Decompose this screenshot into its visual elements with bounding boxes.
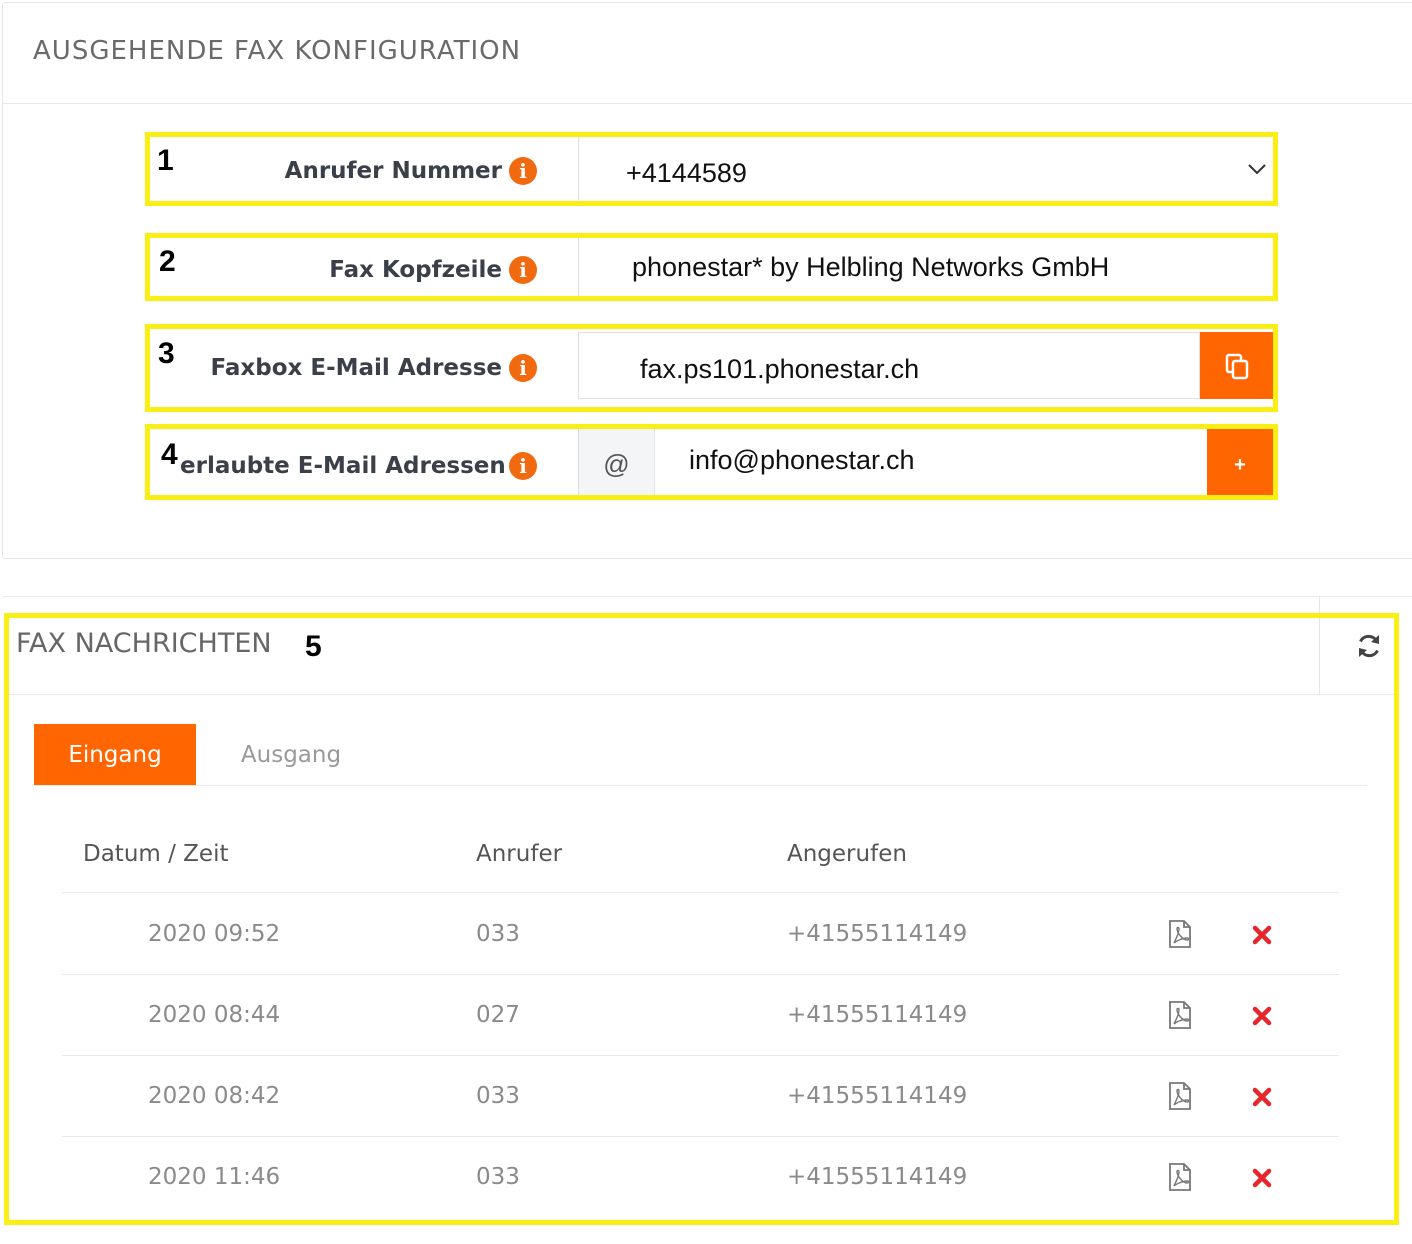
fax-messages-title: FAX NACHRICHTEN	[16, 628, 272, 659]
fax-header-label: Fax Kopfzeile	[329, 257, 502, 283]
list-header-divider	[9, 694, 1394, 695]
info-icon[interactable]: i	[509, 256, 537, 284]
callout-number-1: 1	[157, 144, 174, 177]
pdf-file-icon[interactable]	[1168, 920, 1192, 948]
allowed-email-input[interactable]: info@phonestar.ch	[655, 429, 1207, 495]
allowed-emails-label: erlaubte E-Mail Adressen	[180, 453, 506, 479]
tabs-underline	[34, 785, 1367, 786]
row-datetime: 2020 09:52	[148, 921, 281, 947]
fax-header-input[interactable]: phonestar* by Helbling Networks GmbH	[578, 238, 1273, 296]
row-datetime: 2020 11:46	[148, 1164, 281, 1190]
panel-divider	[2, 596, 1412, 597]
row-caller: 033	[476, 1164, 520, 1190]
callout-number-3: 3	[158, 337, 175, 370]
row-caller: 027	[476, 1002, 520, 1028]
info-icon[interactable]: i	[509, 157, 537, 185]
row-datetime: 2020 08:42	[148, 1083, 281, 1109]
pdf-file-icon[interactable]	[1168, 1082, 1192, 1110]
row-caller: 033	[476, 921, 520, 947]
column-header-called: Angerufen	[787, 841, 907, 867]
row-datetime: 2020 08:44	[148, 1002, 281, 1028]
add-email-button[interactable]: +	[1207, 429, 1273, 495]
row-caller: 033	[476, 1083, 520, 1109]
caller-number-value: +4144589	[626, 158, 747, 188]
row-called: +41555114149	[787, 1002, 968, 1028]
info-icon[interactable]: i	[509, 354, 537, 382]
faxbox-email-value: fax.ps101.phonestar.ch	[640, 354, 920, 384]
delete-x-icon[interactable]	[1252, 1087, 1272, 1107]
refresh-icon[interactable]	[1355, 632, 1383, 660]
caller-number-select[interactable]: +4144589	[578, 137, 1273, 201]
delete-x-icon[interactable]	[1252, 1168, 1272, 1188]
column-header-caller: Anrufer	[476, 841, 563, 867]
row-called: +41555114149	[787, 921, 968, 947]
copy-button[interactable]	[1200, 332, 1273, 399]
pdf-file-icon[interactable]	[1168, 1001, 1192, 1029]
delete-x-icon[interactable]	[1252, 925, 1272, 945]
row-called: +41555114149	[787, 1164, 968, 1190]
pdf-file-icon[interactable]	[1168, 1163, 1192, 1191]
fax-header-value: phonestar* by Helbling Networks GmbH	[632, 252, 1110, 282]
allowed-email-value: info@phonestar.ch	[689, 445, 915, 475]
row-called: +41555114149	[787, 1083, 968, 1109]
delete-x-icon[interactable]	[1252, 1006, 1272, 1026]
tab-eingang[interactable]: Eingang	[34, 724, 196, 786]
tab-ausgang[interactable]: Ausgang	[230, 724, 352, 786]
copy-icon	[1225, 353, 1249, 380]
info-icon[interactable]: i	[509, 452, 537, 480]
at-sign-addon: @	[578, 429, 655, 495]
callout-number-4: 4	[161, 438, 178, 471]
chevron-down-icon[interactable]	[1247, 162, 1267, 176]
column-header-datetime: Datum / Zeit	[83, 841, 229, 867]
faxbox-email-label: Faxbox E-Mail Adresse	[210, 355, 502, 381]
callout-number-5: 5	[305, 630, 322, 663]
callout-number-2: 2	[159, 245, 176, 278]
faxbox-email-input[interactable]: fax.ps101.phonestar.ch	[578, 332, 1200, 399]
caller-number-label: Anrufer Nummer	[284, 158, 502, 184]
config-panel-title: AUSGEHENDE FAX KONFIGURATION	[33, 36, 522, 66]
